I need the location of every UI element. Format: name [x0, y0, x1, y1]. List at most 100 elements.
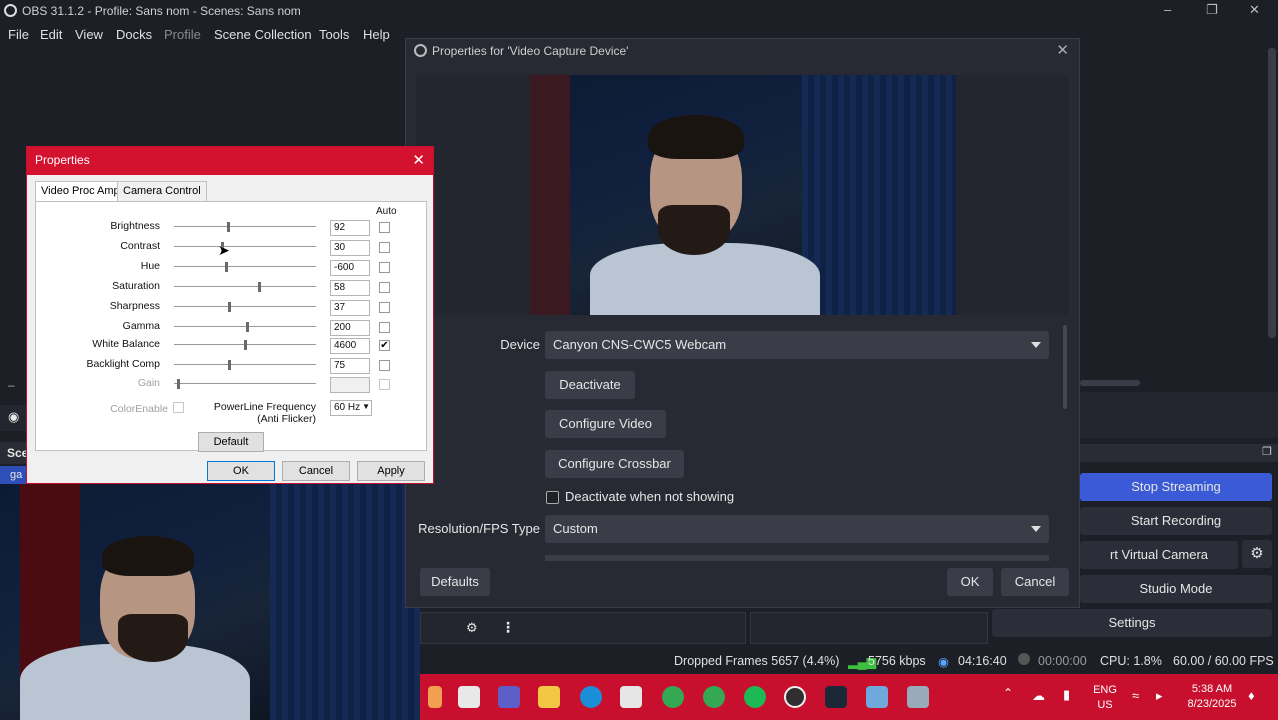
menu-file[interactable]: File [8, 27, 29, 42]
proc-amp-value[interactable]: 92 [330, 220, 370, 236]
default-button[interactable]: Default [198, 432, 264, 452]
chrome-profile-icon[interactable] [703, 686, 725, 708]
collapse-icon[interactable]: – [8, 378, 15, 392]
props-scrollbar[interactable] [1063, 325, 1067, 409]
device-select[interactable]: Canyon CNS-CWC5 Webcam [545, 331, 1049, 359]
menu-profile[interactable]: Profile [164, 27, 201, 42]
proc-amp-slider-track[interactable] [174, 266, 316, 268]
proc-amp-slider-thumb[interactable] [228, 360, 231, 370]
dock-float-icon[interactable]: ❐ [1262, 445, 1272, 458]
proc-amp-slider-thumb[interactable] [228, 302, 231, 312]
proc-amp-slider-track[interactable] [174, 326, 316, 328]
microphone-icon[interactable]: ▮ [1063, 687, 1070, 703]
menu-docks[interactable]: Docks [116, 27, 152, 42]
camera-apply-button[interactable]: Apply [357, 461, 425, 481]
scene-item[interactable]: ga [0, 466, 26, 486]
proc-amp-slider-track[interactable] [174, 246, 316, 248]
scrollbar[interactable] [1268, 48, 1276, 338]
clock-date[interactable]: 8/23/2025 [1182, 698, 1242, 710]
proc-amp-value[interactable]: 4600 [330, 338, 370, 354]
menu-scene-collection[interactable]: Scene Collection [214, 27, 312, 42]
settings-button[interactable]: Settings [992, 609, 1272, 637]
proc-amp-auto-checkbox[interactable] [379, 222, 390, 233]
camera-dialog-close-icon[interactable]: ✕ [412, 151, 425, 169]
proc-amp-value[interactable]: 58 [330, 280, 370, 296]
powerline-select[interactable]: 60 Hz ▼ [330, 400, 372, 416]
menu-tools[interactable]: Tools [319, 27, 349, 42]
proc-amp-slider-thumb[interactable] [258, 282, 261, 292]
volume-icon[interactable]: ▸ [1156, 688, 1163, 704]
menu-help[interactable]: Help [363, 27, 390, 42]
steam-icon[interactable] [825, 686, 847, 708]
proc-amp-slider-track[interactable] [174, 306, 316, 308]
task-view-icon[interactable] [458, 686, 480, 708]
res-fps-select[interactable]: Custom [545, 515, 1049, 543]
start-recording-button[interactable]: Start Recording [1080, 507, 1272, 535]
settings-taskbar-icon[interactable] [866, 686, 888, 708]
proc-amp-slider-thumb[interactable] [177, 379, 180, 389]
edge-icon[interactable] [580, 686, 602, 708]
minimize-icon[interactable]: – [1164, 2, 1171, 17]
color-enable-checkbox[interactable] [173, 402, 184, 413]
deactivate-when-not-showing-checkbox[interactable] [546, 491, 559, 504]
menu-view[interactable]: View [75, 27, 103, 42]
proc-amp-auto-checkbox[interactable] [379, 242, 390, 253]
proc-amp-value[interactable] [330, 377, 370, 393]
proc-amp-auto-checkbox[interactable] [379, 360, 390, 371]
notification-bell-icon[interactable]: ♦ [1248, 688, 1255, 703]
configure-crossbar-button[interactable]: Configure Crossbar [545, 450, 684, 478]
proc-amp-auto-checkbox[interactable] [379, 262, 390, 273]
deactivate-button[interactable]: Deactivate [545, 371, 635, 399]
audio-settings-gear-icon[interactable]: ⚙ [466, 620, 478, 636]
proc-amp-auto-checkbox[interactable] [379, 379, 390, 390]
proc-amp-auto-checkbox[interactable]: ✔ [379, 340, 390, 351]
obs-taskbar-icon[interactable] [784, 686, 806, 708]
proc-amp-value[interactable]: 37 [330, 300, 370, 316]
remote-desktop-icon[interactable] [907, 686, 929, 708]
chevron-up-icon[interactable]: ⌃ [1003, 686, 1013, 700]
proc-amp-slider-thumb[interactable] [246, 322, 249, 332]
camera-ok-button[interactable]: OK [207, 461, 275, 481]
proc-amp-value[interactable]: 75 [330, 358, 370, 374]
wifi-icon[interactable]: ≈ [1132, 688, 1139, 703]
store-icon[interactable] [620, 686, 642, 708]
camera-icon[interactable]: ◉ [8, 409, 19, 425]
proc-amp-auto-checkbox[interactable] [379, 322, 390, 333]
proc-amp-value[interactable]: 200 [330, 320, 370, 336]
close-icon[interactable]: ✕ [1249, 2, 1260, 18]
defaults-button[interactable]: Defaults [420, 568, 490, 596]
region-code[interactable]: US [1092, 699, 1118, 711]
studio-mode-button[interactable]: Studio Mode [1080, 575, 1272, 603]
tab-video-proc-amp[interactable]: Video Proc Amp [35, 181, 126, 201]
virtual-camera-button[interactable]: rt Virtual Camera [1080, 541, 1238, 569]
obs-dialog-close-icon[interactable]: ✕ [1056, 41, 1069, 59]
taskbar-app-icon[interactable] [428, 686, 442, 708]
virtual-camera-settings-gear-icon[interactable]: ⚙ [1242, 540, 1272, 568]
language-code[interactable]: ENG [1092, 684, 1118, 696]
proc-amp-slider-thumb[interactable] [225, 262, 228, 272]
proc-amp-slider-track[interactable] [174, 383, 316, 385]
audio-menu-icon[interactable]: ⋮ [501, 619, 515, 636]
proc-amp-slider-track[interactable] [174, 364, 316, 366]
proc-amp-slider-thumb[interactable] [244, 340, 247, 350]
proc-amp-slider-track[interactable] [174, 226, 316, 228]
clock-time[interactable]: 5:38 AM [1182, 683, 1242, 695]
stop-streaming-button[interactable]: Stop Streaming [1080, 473, 1272, 501]
proc-amp-slider-track[interactable] [174, 286, 316, 288]
proc-amp-slider-thumb[interactable] [227, 222, 230, 232]
scrollbar-h[interactable] [1080, 380, 1140, 386]
proc-amp-value[interactable]: 30 [330, 240, 370, 256]
onedrive-icon[interactable]: ☁ [1032, 688, 1045, 704]
proc-amp-value[interactable]: -600 [330, 260, 370, 276]
proc-amp-auto-checkbox[interactable] [379, 282, 390, 293]
chrome-icon[interactable] [662, 686, 684, 708]
ok-button[interactable]: OK [947, 568, 993, 596]
file-explorer-icon[interactable] [538, 686, 560, 708]
maximize-icon[interactable]: ❐ [1206, 2, 1218, 18]
configure-video-button[interactable]: Configure Video [545, 410, 666, 438]
teams-icon[interactable] [498, 686, 520, 708]
proc-amp-auto-checkbox[interactable] [379, 302, 390, 313]
camera-cancel-button[interactable]: Cancel [282, 461, 350, 481]
cancel-button[interactable]: Cancel [1001, 568, 1069, 596]
menu-edit[interactable]: Edit [40, 27, 62, 42]
